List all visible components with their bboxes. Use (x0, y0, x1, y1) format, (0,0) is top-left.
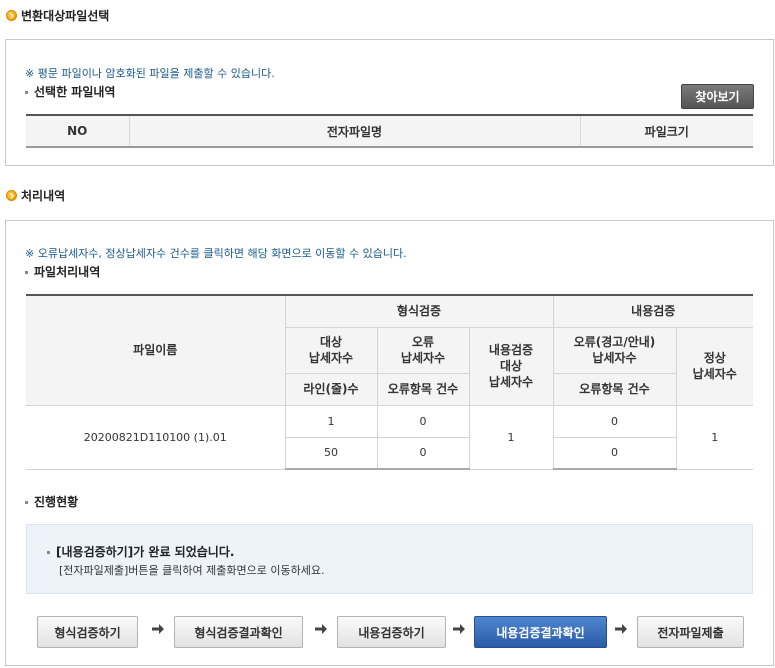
square-bullet-icon (47, 551, 50, 554)
header-line: 내용검증 (488, 343, 534, 357)
cell-target-taxpayers: 1 (284, 404, 378, 438)
header-content-error: 오류(경고/안내) 납세자수 (552, 326, 677, 374)
header-target-taxpayers: 대상 납세자수 (285, 326, 378, 374)
header-line: 오류 (411, 335, 435, 349)
header-line: 정상 (703, 351, 726, 365)
header-lines: 라인(줄)수 (285, 372, 378, 406)
cell-content-error-taxpayers[interactable]: 0 (552, 404, 677, 438)
progress-message: [내용검증하기]가 완료 되었습니다. (47, 543, 234, 560)
subtitle-text: 선택한 파일내역 (34, 85, 116, 99)
progress-message-box: [내용검증하기]가 완료 되었습니다. [전자파일제출]버튼을 클릭하여 제출화… (26, 524, 753, 594)
square-bullet-icon (25, 271, 28, 274)
header-normal-taxpayers: 정상 납세자수 (675, 326, 753, 406)
cell-error-items: 0 (376, 436, 470, 470)
step-format-check-button[interactable]: 형식검증하기 (37, 616, 138, 648)
col-filename: 전자파일명 (128, 115, 580, 148)
section-title-processing: 처리내역 (6, 187, 65, 204)
header-line: 납세자수 (308, 351, 354, 365)
header-error-taxpayers: 오류 납세자수 (376, 326, 470, 374)
browse-button[interactable]: 찾아보기 (681, 84, 754, 109)
progress-submessage: [전자파일제출]버튼을 클릭하여 제출화면으로 이동하세요. (59, 564, 325, 577)
header-line: 대상 (319, 335, 343, 349)
cell-normal-taxpayers[interactable]: 1 (675, 404, 753, 470)
section-title-text: 처리내역 (21, 189, 66, 203)
progress-subtitle: 진행현황 (25, 493, 78, 510)
file-processing-subtitle: 파일처리내역 (25, 263, 100, 280)
arrow-right-icon (615, 624, 627, 634)
arrow-right-icon (453, 624, 465, 634)
col-filesize: 파일크기 (579, 115, 753, 148)
header-error-items: 오류항목 건수 (376, 372, 470, 406)
selected-file-subtitle: 선택한 파일내역 (25, 83, 115, 100)
subtitle-text: 파일처리내역 (34, 265, 101, 279)
section-title-text: 변환대상파일선택 (21, 9, 110, 23)
header-line: 납세자수 (488, 375, 534, 389)
cell-filename: 20200821D110100 (1).01 (26, 404, 286, 470)
section-title-file-select: 변환대상파일선택 (6, 7, 109, 24)
selected-file-table: NO 전자파일명 파일크기 (26, 114, 753, 148)
square-bullet-icon (25, 501, 28, 504)
square-bullet-icon (25, 91, 28, 94)
cell-lines: 50 (285, 436, 378, 470)
step-submit-file-button[interactable]: 전자파일제출 (637, 616, 744, 648)
step-content-check-button[interactable]: 내용검증하기 (337, 616, 446, 648)
header-content-check: 내용검증 (552, 294, 753, 328)
header-line: 납세자수 (592, 351, 637, 365)
processing-table: 파일이름 형식검증 내용검증 대상 납세자수 오류 납세자수 내용검증 대상 납… (26, 294, 753, 470)
header-filename: 파일이름 (26, 294, 286, 406)
subtitle-text: 진행현황 (34, 495, 79, 509)
arrow-right-icon (152, 624, 164, 634)
header-line: 오류(경고/안내) (573, 335, 656, 349)
col-no: NO (26, 115, 129, 148)
header-line: 납세자수 (400, 351, 446, 365)
header-format-check: 형식검증 (284, 294, 554, 328)
cell-content-target: 1 (468, 404, 554, 470)
header-content-error-items: 오류항목 건수 (552, 372, 676, 406)
message-text: [내용검증하기]가 완료 되었습니다. (56, 545, 235, 559)
header-content-target: 내용검증 대상 납세자수 (468, 326, 554, 406)
processing-note: ※ 오류납세자수, 정상납세자수 건수를 클릭하면 해당 화면으로 이동할 수 … (25, 247, 407, 260)
file-note: ※ 평문 파일이나 암호화된 파일을 제출할 수 있습니다. (25, 67, 275, 80)
orange-bullet-icon (6, 10, 17, 21)
header-line: 대상 (499, 359, 523, 373)
step-format-result-button[interactable]: 형식검증결과확인 (174, 616, 303, 648)
cell-content-error-items: 0 (552, 436, 676, 470)
header-line: 납세자수 (692, 367, 737, 381)
orange-bullet-icon (6, 190, 17, 201)
arrow-right-icon (315, 624, 327, 634)
cell-error-taxpayers[interactable]: 0 (376, 404, 470, 438)
step-content-result-button[interactable]: 내용검증결과확인 (474, 616, 607, 648)
